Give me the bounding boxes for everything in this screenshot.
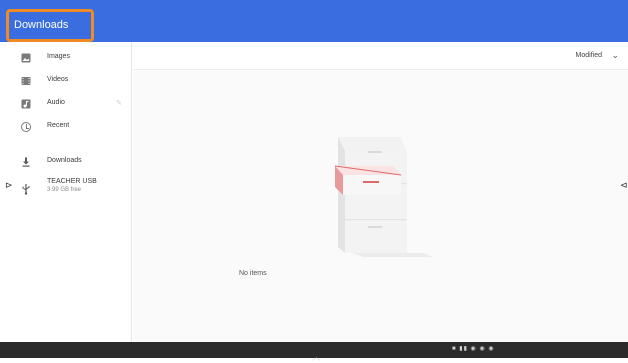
- launcher-arrow-icon[interactable]: ︿: [312, 350, 321, 363]
- sidebar-item-audio[interactable]: Audio: [0, 95, 132, 115]
- chevron-down-icon[interactable]: ⌄: [611, 50, 619, 61]
- expand-right-icon[interactable]: ⊲: [620, 180, 628, 191]
- sidebar-item-usb[interactable]: TEACHER USB 3.99 GB free: [0, 176, 132, 202]
- page-title: Downloads: [14, 19, 69, 31]
- video-icon: [20, 75, 32, 87]
- expand-left-icon[interactable]: ⊳: [5, 180, 13, 191]
- sidebar-item-label: Recent: [47, 122, 70, 129]
- sidebar: Images Videos Audio Recent Downloads TEA…: [0, 42, 132, 342]
- image-icon: [20, 52, 32, 64]
- sidebar-item-label: TEACHER USB: [47, 178, 97, 185]
- sidebar-item-downloads[interactable]: Downloads: [0, 153, 132, 173]
- sidebar-item-sublabel: 3.99 GB free: [47, 187, 82, 193]
- status-tray-icon[interactable]: ■ ▮▮ ◉ ◉ ◉: [452, 345, 495, 352]
- sidebar-item-label: Audio: [47, 99, 65, 106]
- download-icon: [20, 156, 32, 168]
- file-list-area: [133, 71, 628, 342]
- empty-state-text: No items: [239, 270, 267, 277]
- sidebar-item-label: Downloads: [47, 157, 82, 164]
- sidebar-item-recent[interactable]: Recent: [0, 118, 132, 138]
- usb-icon: [20, 183, 32, 195]
- clock-icon: [20, 121, 32, 133]
- toolbar: Modified ⌄: [133, 42, 628, 70]
- sidebar-item-label: Videos: [47, 76, 69, 83]
- sidebar-item-label: Images: [47, 53, 70, 60]
- empty-cabinet-illustration: [334, 137, 433, 257]
- app-header: [0, 0, 628, 42]
- sidebar-item-videos[interactable]: Videos: [0, 72, 132, 92]
- audio-icon: [20, 98, 32, 110]
- sidebar-item-images[interactable]: Images: [0, 49, 132, 69]
- sort-dropdown[interactable]: Modified: [576, 52, 602, 59]
- edit-mark-icon: ✎: [116, 100, 122, 107]
